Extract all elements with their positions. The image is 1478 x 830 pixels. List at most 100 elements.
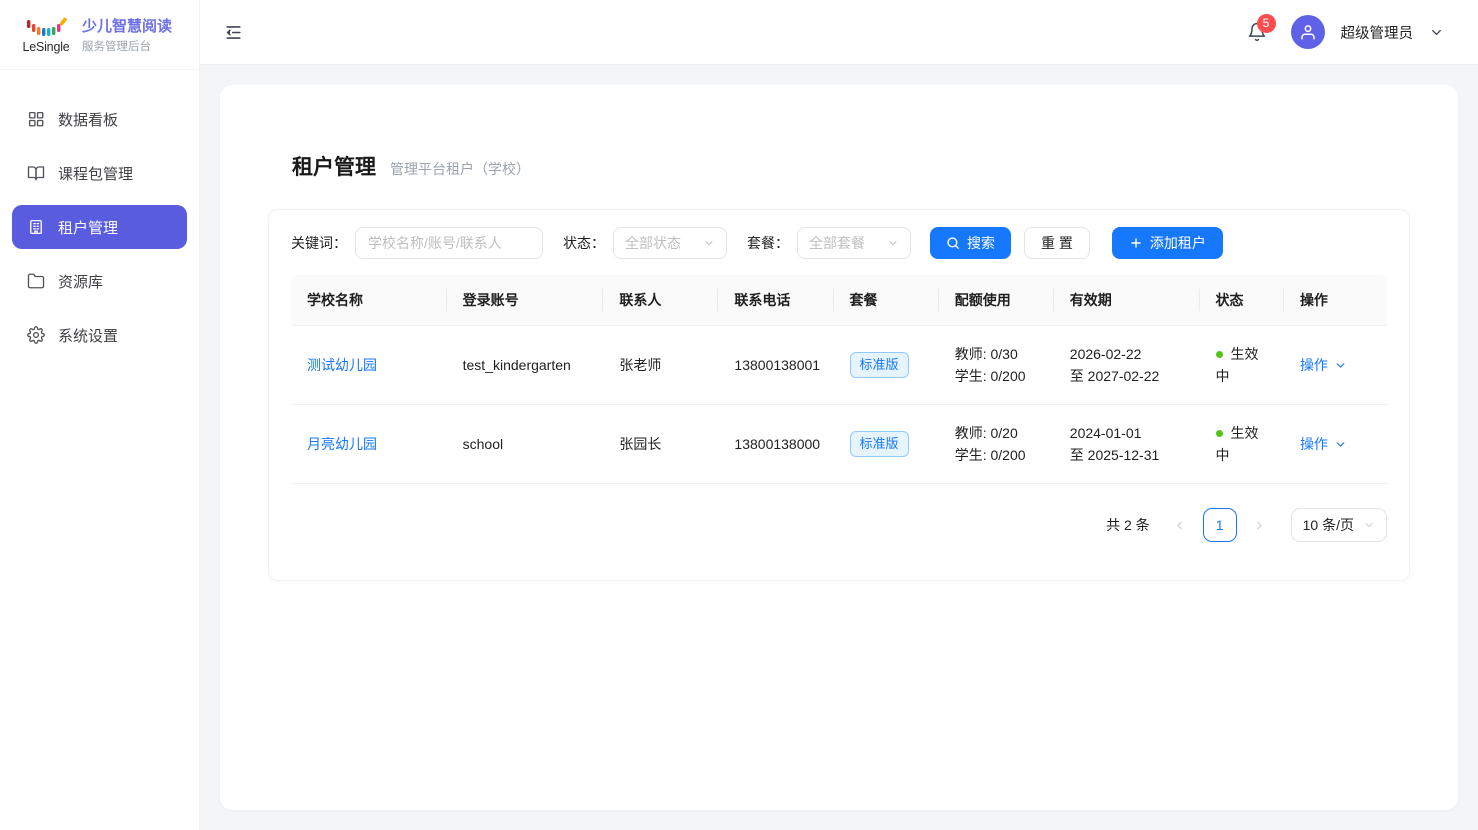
plan-label: 套餐：	[747, 233, 789, 253]
menu-fold-icon[interactable]	[224, 23, 243, 42]
brand-text: 少儿智慧阅读 服务管理后台	[82, 15, 172, 54]
user-icon	[1299, 23, 1317, 41]
quota-teachers: 教师: 0/30	[955, 343, 1038, 365]
account-cell: test_kindergarten	[447, 326, 604, 405]
validity-cell: 2024-01-01 至 2025-12-31	[1054, 405, 1200, 484]
plan-tag: 标准版	[850, 431, 909, 457]
contact-cell: 张老师	[603, 326, 718, 405]
page-size-select[interactable]: 10 条/页	[1291, 508, 1387, 542]
quota-students: 学生: 0/200	[955, 444, 1038, 466]
row-action-dropdown[interactable]: 操作	[1300, 354, 1347, 376]
keyword-input[interactable]	[355, 227, 543, 259]
sidebar-item-label: 系统设置	[58, 325, 118, 346]
pagination: 共 2 条 1 10 条/页	[291, 508, 1387, 542]
column-header-contact: 联系人	[603, 275, 718, 326]
user-name: 超级管理员	[1341, 22, 1414, 43]
table-row: 月亮幼儿园 school 张园长 13800138000 标准版 教师: 0/2…	[291, 405, 1387, 484]
validity-cell: 2026-02-22 至 2027-02-22	[1054, 326, 1200, 405]
pagination-total: 共 2 条	[1106, 515, 1150, 535]
column-header-phone: 联系电话	[718, 275, 833, 326]
tenant-panel: 关键词： 状态： 全部状态 套餐： 全部套餐	[268, 209, 1410, 581]
column-header-action: 操作	[1284, 275, 1387, 326]
status-select-value: 全部状态	[625, 233, 681, 253]
reset-button-label: 重 置	[1041, 233, 1073, 253]
quota-students: 学生: 0/200	[955, 365, 1038, 387]
quota-cell: 教师: 0/20 学生: 0/200	[939, 405, 1054, 484]
chevron-down-icon	[1334, 359, 1347, 372]
search-button-label: 搜索	[967, 233, 995, 253]
content-area: 租户管理 管理平台租户（学校） 关键词： 状态： 全部状态 套餐：	[200, 65, 1478, 830]
column-header-quota: 配额使用	[939, 275, 1054, 326]
sidebar-item-tenants[interactable]: 租户管理	[12, 205, 187, 249]
column-header-validity: 有效期	[1054, 275, 1200, 326]
column-header-school-name: 学校名称	[291, 275, 447, 326]
tenant-table: 学校名称 登录账号 联系人 联系电话 套餐 配额使用 有效期 状态 操作	[291, 275, 1387, 484]
brand-title: 少儿智慧阅读	[82, 15, 172, 36]
notification-badge: 5	[1257, 14, 1276, 33]
logo-wordmark: LeSingle	[22, 40, 69, 54]
filter-bar: 关键词： 状态： 全部状态 套餐： 全部套餐	[291, 227, 1387, 259]
main-area: 5 超级管理员 租户管理 管理平台租户（学校）	[200, 0, 1478, 830]
sidebar-item-settings[interactable]: 系统设置	[12, 313, 187, 357]
action-label: 操作	[1300, 354, 1328, 376]
valid-to: 至 2027-02-22	[1070, 365, 1184, 387]
sidebar: LeSingle 少儿智慧阅读 服务管理后台 数据看板 课程包	[0, 0, 200, 830]
dashboard-icon	[27, 110, 45, 128]
brand-area: LeSingle 少儿智慧阅读 服务管理后台	[0, 0, 199, 70]
quota-teachers: 教师: 0/20	[955, 422, 1038, 444]
folder-icon	[27, 272, 45, 290]
building-icon	[27, 218, 45, 236]
action-label: 操作	[1300, 433, 1328, 455]
sidebar-item-label: 课程包管理	[58, 163, 133, 184]
user-menu-chevron-down-icon[interactable]	[1429, 25, 1444, 40]
chevron-down-icon	[887, 237, 899, 249]
status-select[interactable]: 全部状态	[613, 227, 727, 259]
status-dot-icon	[1216, 351, 1223, 358]
lesingle-logo: LeSingle	[20, 16, 72, 54]
sidebar-item-label: 数据看板	[58, 109, 118, 130]
page-size-value: 10 条/页	[1303, 515, 1354, 535]
plan-select[interactable]: 全部套餐	[797, 227, 911, 259]
sidebar-item-dashboard[interactable]: 数据看板	[12, 97, 187, 141]
tenant-card: 租户管理 管理平台租户（学校） 关键词： 状态： 全部状态 套餐：	[220, 85, 1458, 810]
column-header-account: 登录账号	[447, 275, 604, 326]
valid-from: 2026-02-22	[1070, 343, 1184, 365]
book-icon	[27, 164, 45, 182]
page-header: 租户管理 管理平台租户（学校）	[268, 85, 1410, 181]
notification-bell-icon[interactable]: 5	[1247, 22, 1267, 42]
pagination-page-1[interactable]: 1	[1203, 508, 1237, 542]
quota-cell: 教师: 0/30 学生: 0/200	[939, 326, 1054, 405]
sidebar-menu: 数据看板 课程包管理 租户管理	[0, 70, 199, 362]
row-action-dropdown[interactable]: 操作	[1300, 433, 1347, 455]
status-cell: 生效中	[1200, 326, 1284, 405]
page-subtitle: 管理平台租户（学校）	[390, 159, 530, 179]
valid-from: 2024-01-01	[1070, 422, 1184, 444]
school-name-link[interactable]: 月亮幼儿园	[307, 436, 377, 452]
topbar-right: 5 超级管理员	[1247, 15, 1445, 49]
search-icon	[946, 236, 960, 250]
status-dot-icon	[1216, 430, 1223, 437]
chevron-down-icon	[1334, 438, 1347, 451]
add-tenant-button[interactable]: 添加租户	[1112, 227, 1223, 259]
sidebar-item-label: 资源库	[58, 271, 103, 292]
account-cell: school	[447, 405, 604, 484]
sidebar-item-course-packages[interactable]: 课程包管理	[12, 151, 187, 195]
chevron-down-icon	[1363, 519, 1375, 531]
add-tenant-button-label: 添加租户	[1150, 233, 1206, 253]
sidebar-item-resources[interactable]: 资源库	[12, 259, 187, 303]
pagination-prev-icon[interactable]	[1166, 509, 1194, 541]
school-name-link[interactable]: 测试幼儿园	[307, 357, 377, 373]
sidebar-item-label: 租户管理	[58, 217, 118, 238]
search-button[interactable]: 搜索	[930, 227, 1011, 259]
pagination-next-icon[interactable]	[1246, 509, 1274, 541]
table-header: 学校名称 登录账号 联系人 联系电话 套餐 配额使用 有效期 状态 操作	[291, 275, 1387, 326]
phone-cell: 13800138001	[718, 326, 833, 405]
brand-subtitle: 服务管理后台	[82, 38, 172, 54]
status-label: 状态：	[563, 233, 605, 253]
avatar[interactable]	[1291, 15, 1325, 49]
reset-button[interactable]: 重 置	[1024, 227, 1090, 259]
page-title: 租户管理	[292, 151, 376, 181]
chevron-down-icon	[703, 237, 715, 249]
valid-to: 至 2025-12-31	[1070, 444, 1184, 466]
column-header-plan: 套餐	[834, 275, 939, 326]
